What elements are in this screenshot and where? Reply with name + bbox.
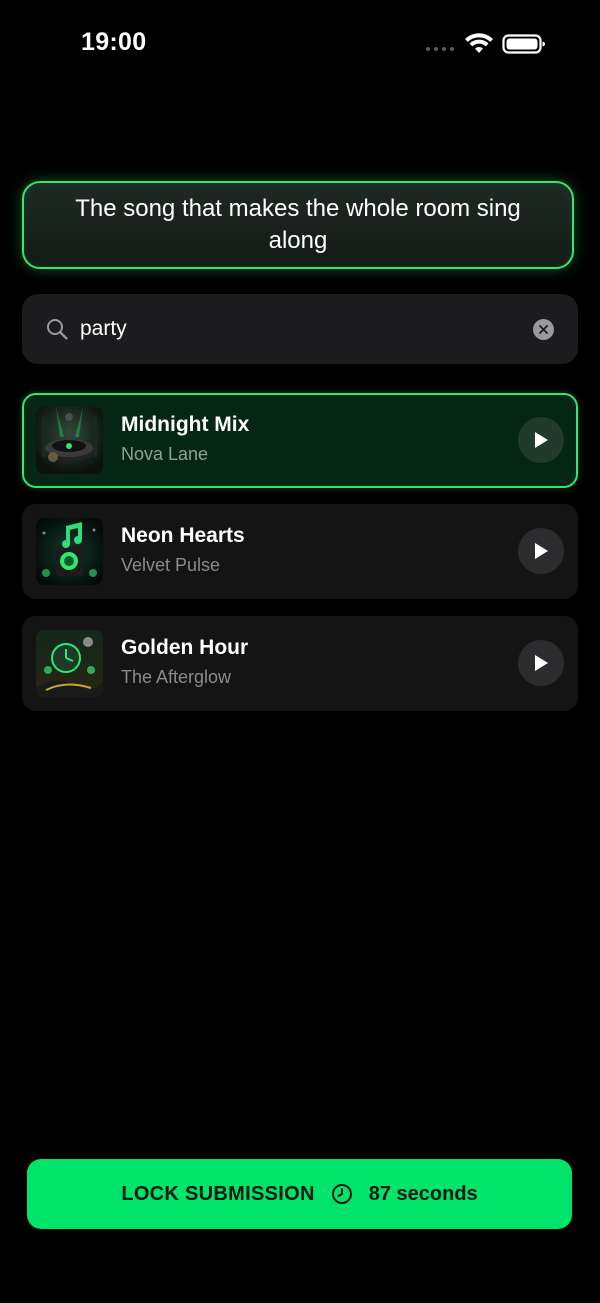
lock-submission-label: LOCK SUBMISSION xyxy=(121,1182,315,1205)
wifi-icon xyxy=(465,33,493,53)
timer-text: 87 seconds xyxy=(368,1182,478,1205)
album-art xyxy=(36,630,103,697)
status-time: 19:00 xyxy=(81,28,147,56)
search-box[interactable] xyxy=(22,294,578,364)
play-icon xyxy=(535,432,548,448)
play-icon xyxy=(535,543,548,559)
play-button[interactable] xyxy=(518,640,564,686)
lock-submission-button[interactable]: LOCK SUBMISSION 87 seconds xyxy=(27,1159,572,1229)
play-button[interactable] xyxy=(518,528,564,574)
clock-icon xyxy=(331,1184,352,1204)
clear-search-button[interactable] xyxy=(533,319,554,340)
prompt-text: The song that makes the whole room sing … xyxy=(75,195,521,254)
song-artist: The Afterglow xyxy=(121,667,232,687)
signal-dots-icon xyxy=(426,47,454,51)
song-artist: Velvet Pulse xyxy=(121,555,221,575)
song-title: Midnight Mix xyxy=(121,413,250,436)
search-input[interactable] xyxy=(80,312,500,346)
song-title: Golden Hour xyxy=(121,636,249,659)
song-card-midnight-mix[interactable]: Midnight Mix Nova Lane xyxy=(22,393,578,488)
album-art xyxy=(36,518,103,585)
song-card-golden-hour[interactable]: Golden Hour The Afterglow xyxy=(22,616,578,711)
album-art xyxy=(36,407,103,474)
battery-icon xyxy=(502,34,545,54)
prompt-card: The song that makes the whole room sing … xyxy=(22,181,574,269)
song-title: Neon Hearts xyxy=(121,524,245,547)
clear-icon xyxy=(539,325,548,334)
play-icon xyxy=(535,655,548,671)
play-button[interactable] xyxy=(518,417,564,463)
song-artist: Nova Lane xyxy=(121,444,209,464)
search-icon xyxy=(47,319,68,340)
status-bar: 19:00 xyxy=(0,0,600,90)
song-card-neon-hearts[interactable]: Neon Hearts Velvet Pulse xyxy=(22,504,578,599)
